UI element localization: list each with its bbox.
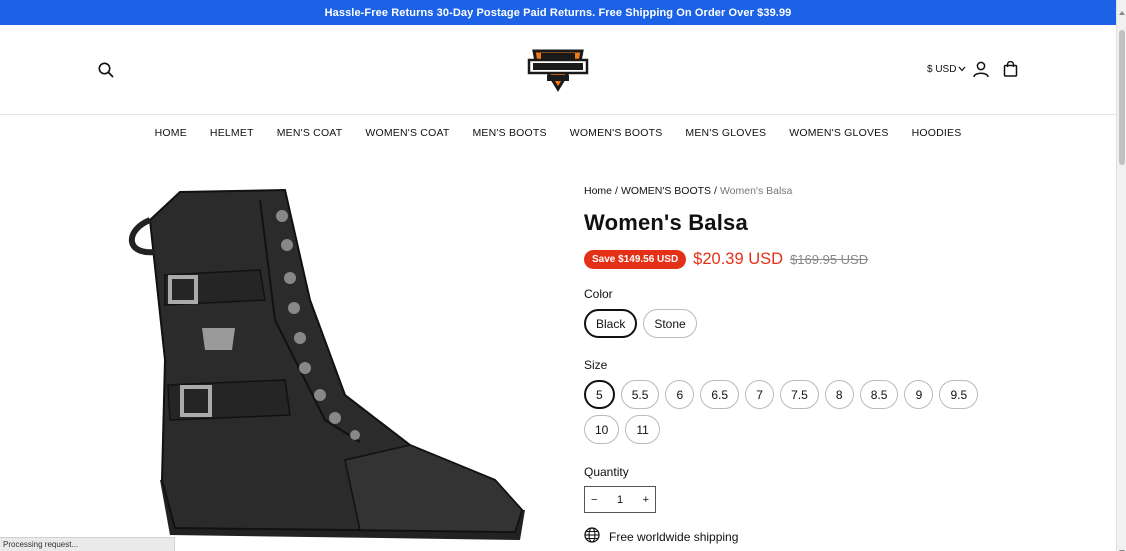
size-option-9-5[interactable]: 9.5 bbox=[939, 380, 979, 409]
size-option-8-5[interactable]: 8.5 bbox=[859, 380, 899, 409]
color-option-black[interactable]: Black bbox=[584, 309, 638, 338]
breadcrumb-separator: / bbox=[714, 185, 717, 197]
scroll-down-icon[interactable] bbox=[1119, 542, 1125, 551]
currency-selector[interactable]: $ USD bbox=[927, 64, 966, 75]
breadcrumb: Home / WOMEN'S BOOTS / Women's Balsa bbox=[584, 185, 1024, 197]
nav-mens-gloves[interactable]: MEN'S GLOVES bbox=[674, 127, 778, 139]
size-option-11[interactable]: 11 bbox=[625, 415, 660, 444]
cart-icon[interactable] bbox=[1003, 60, 1018, 77]
brand-logo[interactable] bbox=[527, 45, 589, 93]
announcement-text: Hassle-Free Returns 30-Day Postage Paid … bbox=[324, 6, 792, 19]
product-image[interactable] bbox=[110, 180, 540, 551]
color-label: Color bbox=[584, 287, 613, 301]
size-option-5-5[interactable]: 5.5 bbox=[620, 380, 660, 409]
main-nav: HOME HELMET MEN'S COAT WOMEN'S COAT MEN'… bbox=[0, 116, 1116, 150]
breadcrumb-separator: / bbox=[615, 185, 618, 197]
nav-hoodies[interactable]: HOODIES bbox=[900, 127, 973, 139]
quantity-decrease-button[interactable]: − bbox=[591, 494, 597, 506]
size-option-7[interactable]: 7 bbox=[745, 380, 775, 409]
size-option-6-5[interactable]: 6.5 bbox=[700, 380, 740, 409]
quantity-increase-button[interactable]: + bbox=[643, 494, 649, 506]
size-options: 5 5.5 6 6.5 7 7.5 8 8.5 9 9.5 10 11 bbox=[584, 380, 1014, 444]
size-label: Size bbox=[584, 358, 608, 372]
page-scrollbar[interactable] bbox=[1116, 0, 1126, 551]
size-option-8[interactable]: 8 bbox=[824, 380, 854, 409]
currency-label: $ USD bbox=[927, 64, 957, 75]
search-icon[interactable] bbox=[97, 61, 115, 79]
quantity-label: Quantity bbox=[584, 465, 629, 479]
breadcrumb-home[interactable]: Home bbox=[584, 185, 612, 197]
scrollbar-thumb[interactable] bbox=[1119, 30, 1125, 165]
save-badge: Save $149.56 USD bbox=[584, 250, 687, 269]
size-option-5[interactable]: 5 bbox=[584, 380, 615, 409]
size-option-9[interactable]: 9 bbox=[904, 380, 934, 409]
announcement-bar: Hassle-Free Returns 30-Day Postage Paid … bbox=[0, 0, 1116, 25]
nav-mens-boots[interactable]: MEN'S BOOTS bbox=[461, 127, 558, 139]
nav-mens-coat[interactable]: MEN'S COAT bbox=[265, 127, 354, 139]
status-text: Processing request... bbox=[3, 540, 79, 549]
site-header: $ USD bbox=[0, 25, 1116, 115]
globe-icon bbox=[584, 527, 600, 546]
color-options: Black Stone bbox=[584, 309, 1024, 338]
browser-status-bar: Processing request... bbox=[0, 537, 175, 551]
breadcrumb-category[interactable]: WOMEN'S BOOTS bbox=[621, 185, 711, 197]
shipping-info: Free worldwide shipping bbox=[584, 527, 1024, 546]
size-option-10[interactable]: 10 bbox=[584, 415, 620, 444]
nav-womens-boots[interactable]: WOMEN'S BOOTS bbox=[558, 127, 674, 139]
quantity-value[interactable]: 1 bbox=[617, 494, 623, 506]
product-info: Home / WOMEN'S BOOTS / Women's Balsa Wom… bbox=[584, 185, 1024, 546]
compare-price: $169.95 USD bbox=[790, 252, 869, 267]
nav-womens-coat[interactable]: WOMEN'S COAT bbox=[354, 127, 461, 139]
size-option-7-5[interactable]: 7.5 bbox=[780, 380, 819, 409]
account-icon[interactable] bbox=[973, 61, 989, 78]
nav-womens-gloves[interactable]: WOMEN'S GLOVES bbox=[778, 127, 900, 139]
nav-helmet[interactable]: HELMET bbox=[198, 127, 265, 139]
scroll-up-icon[interactable] bbox=[1119, 3, 1125, 15]
nav-home[interactable]: HOME bbox=[143, 127, 198, 139]
quantity-stepper: − 1 + bbox=[584, 486, 656, 513]
chevron-down-icon bbox=[958, 64, 966, 75]
price-row: Save $149.56 USD $20.39 USD $169.95 USD bbox=[584, 250, 1024, 269]
breadcrumb-current: Women's Balsa bbox=[719, 185, 793, 197]
color-option-stone[interactable]: Stone bbox=[643, 309, 697, 338]
shipping-text: Free worldwide shipping bbox=[609, 529, 739, 544]
sale-price: $20.39 USD bbox=[693, 250, 784, 268]
size-option-6[interactable]: 6 bbox=[665, 380, 695, 409]
product-title: Women's Balsa bbox=[584, 210, 748, 235]
